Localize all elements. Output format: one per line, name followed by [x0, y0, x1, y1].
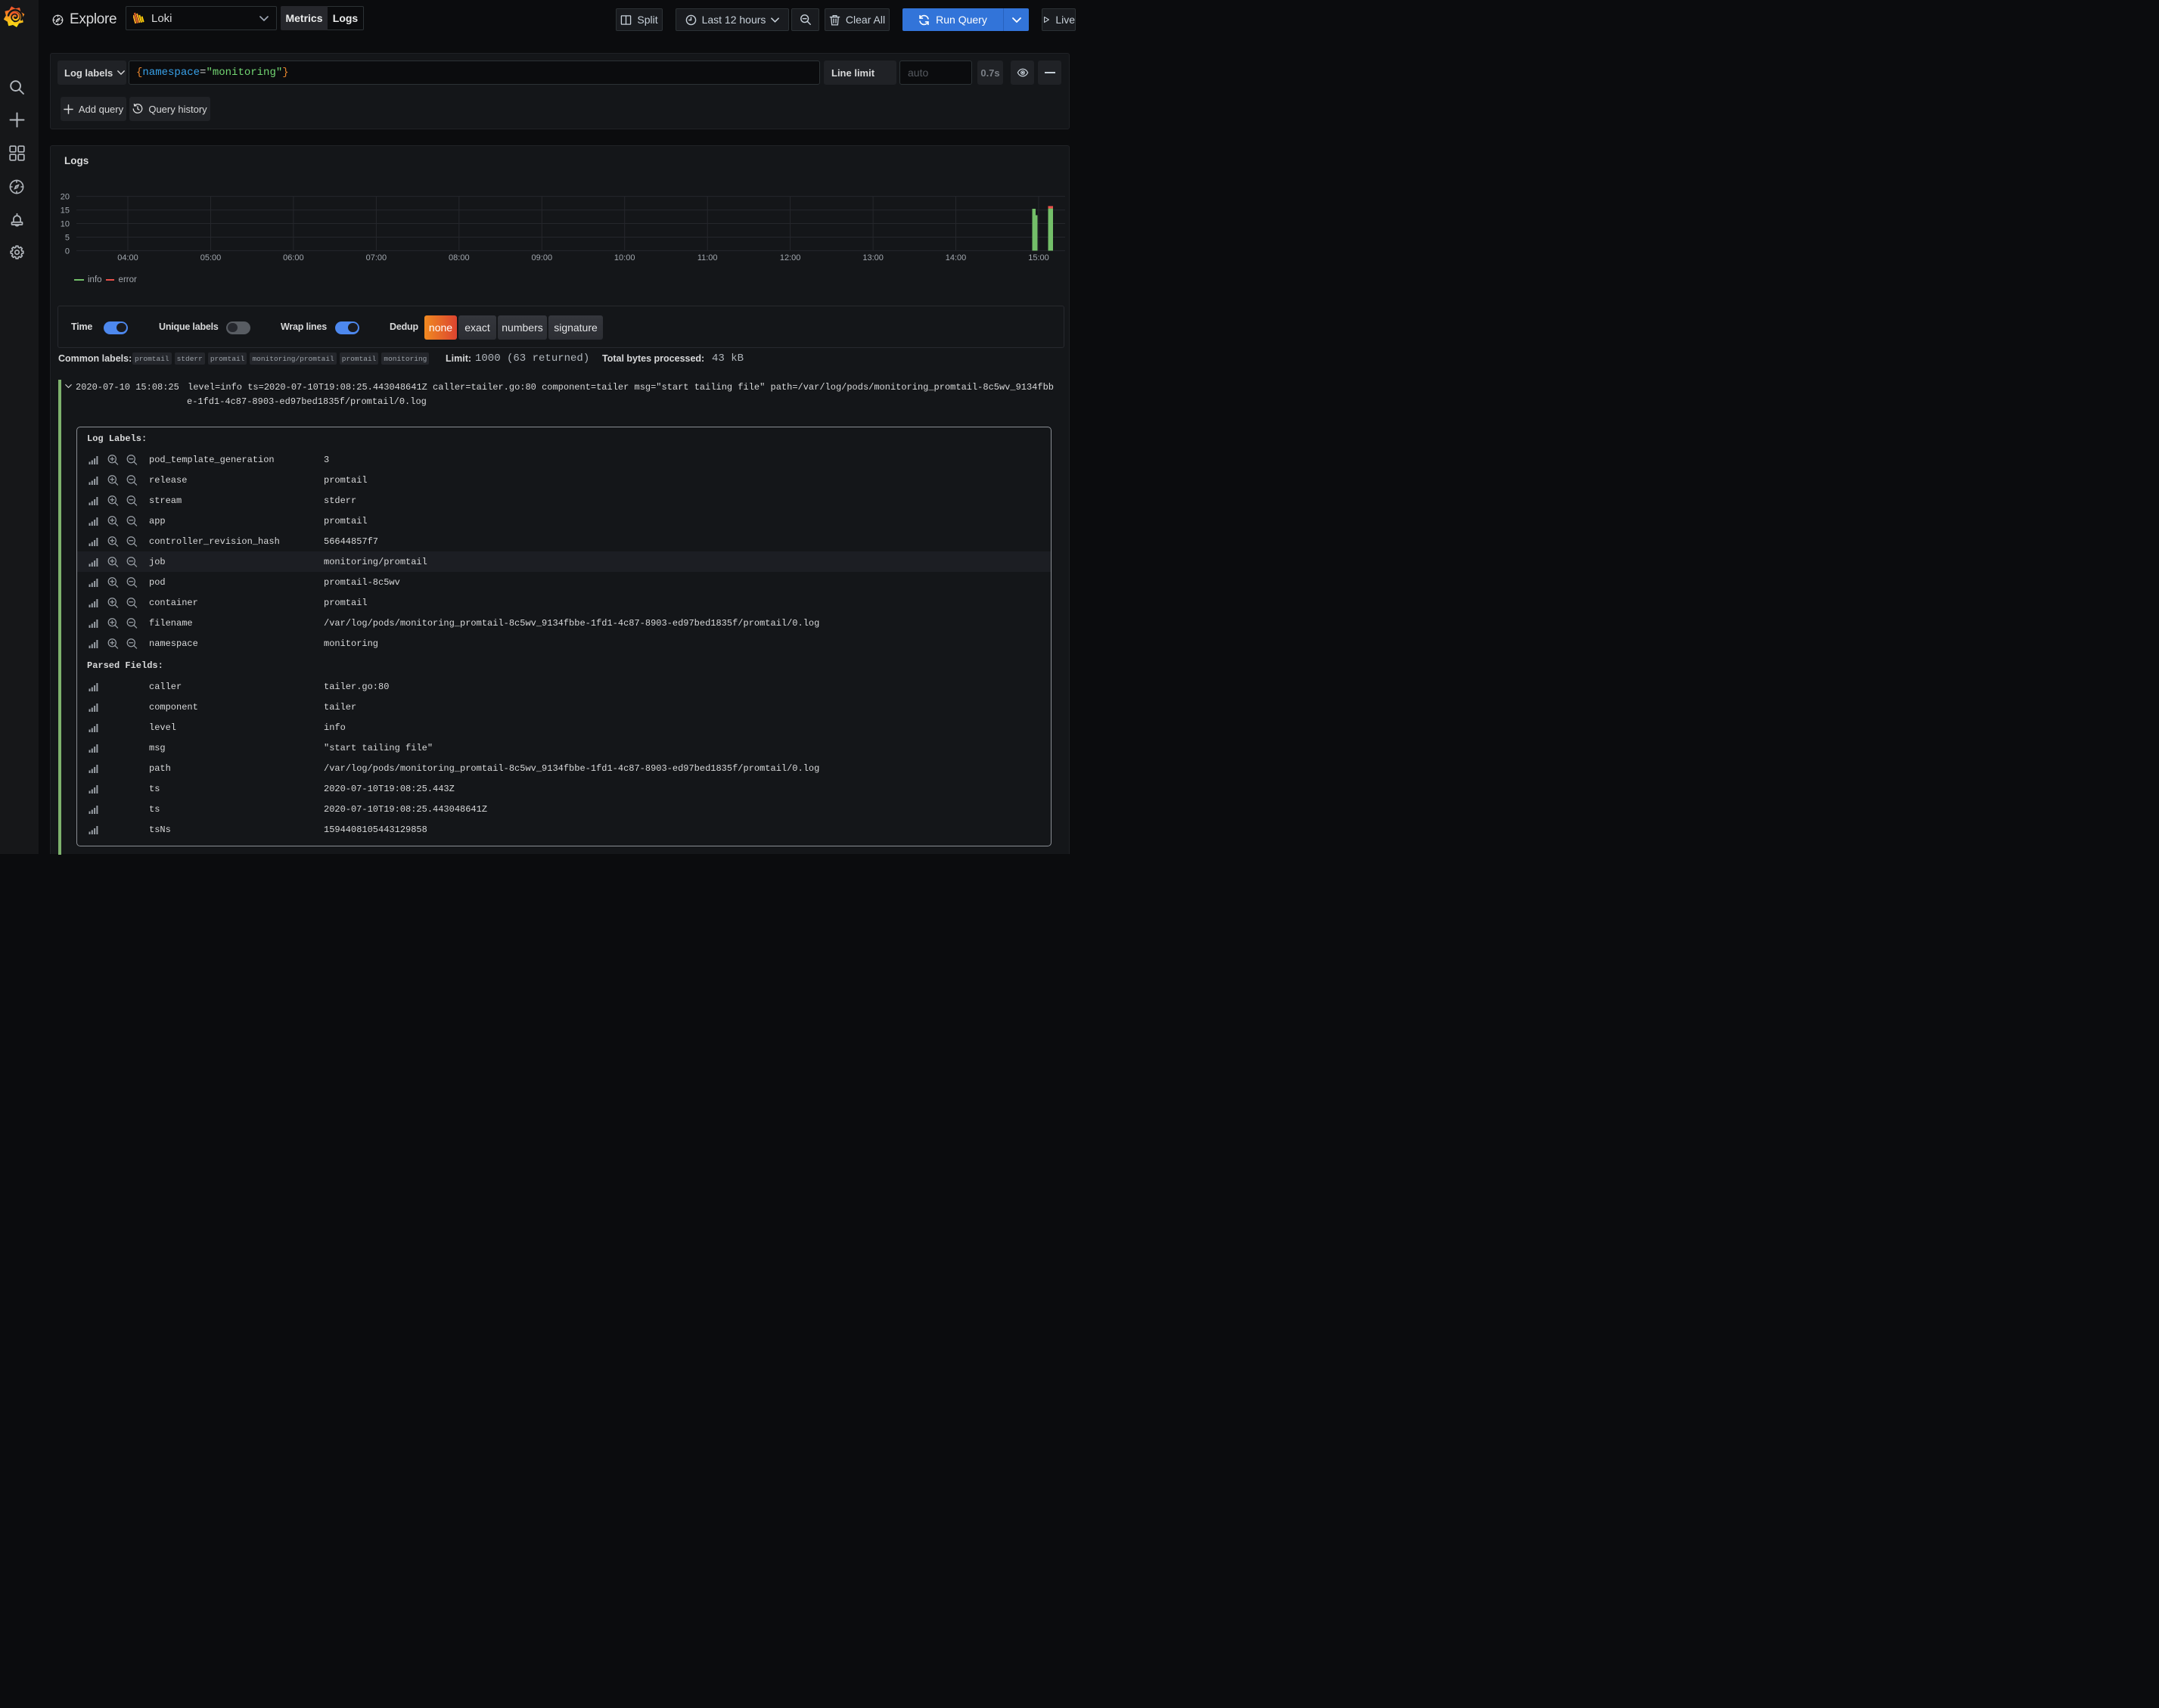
svg-text:5: 5 — [65, 234, 70, 243]
svg-text:10:00: 10:00 — [614, 253, 635, 262]
svg-text:04:00: 04:00 — [117, 253, 138, 262]
svg-text:06:00: 06:00 — [283, 253, 304, 262]
svg-text:05:00: 05:00 — [200, 253, 222, 262]
svg-text:0: 0 — [65, 247, 70, 256]
svg-text:11:00: 11:00 — [697, 253, 718, 262]
svg-text:08:00: 08:00 — [449, 253, 470, 262]
svg-text:15: 15 — [61, 207, 70, 216]
svg-text:10: 10 — [61, 220, 70, 229]
svg-text:09:00: 09:00 — [532, 253, 553, 262]
svg-text:20: 20 — [61, 193, 70, 202]
svg-text:12:00: 12:00 — [780, 253, 801, 262]
svg-text:13:00: 13:00 — [862, 253, 884, 262]
svg-text:15:00: 15:00 — [1028, 253, 1049, 262]
svg-text:07:00: 07:00 — [366, 253, 387, 262]
svg-text:14:00: 14:00 — [946, 253, 967, 262]
